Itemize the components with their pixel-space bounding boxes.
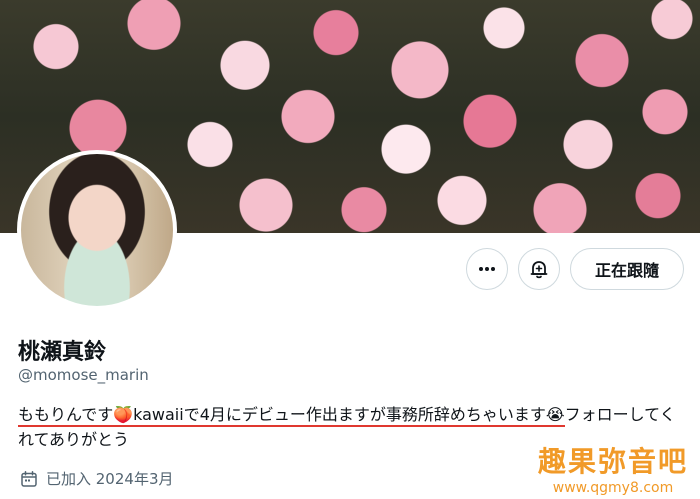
calendar-icon <box>21 470 37 487</box>
more-options-button[interactable] <box>466 248 508 290</box>
site-watermark: 趣果弥音吧 www.qgmy8.com <box>538 440 688 496</box>
more-horizontal-icon <box>479 267 495 271</box>
display-name: 桃瀬真鈴 <box>18 340 107 365</box>
bio-text-highlighted: ももりんです🍑kawaiiで4月にデビュー作出ますが事務所辞めちゃいます😭 <box>18 405 565 427</box>
following-button[interactable]: 正在跟隨 <box>570 248 684 290</box>
join-date: 已加入 2024年3月 <box>20 468 174 489</box>
watermark-title: 趣果弥音吧 <box>537 445 688 478</box>
watermark-url: www.qgmy8.com <box>552 480 674 496</box>
join-date-text: 已加入 2024年3月 <box>46 470 174 488</box>
profile-avatar[interactable] <box>17 150 177 310</box>
notifications-button[interactable] <box>518 248 560 290</box>
user-handle: @momose_marin <box>18 366 149 384</box>
bell-plus-icon <box>530 261 548 279</box>
